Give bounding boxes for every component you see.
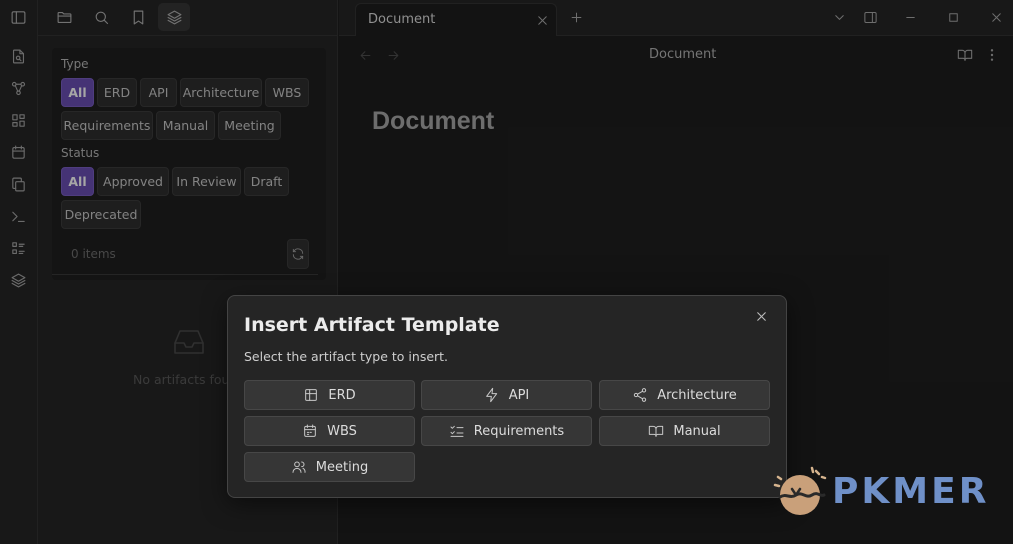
wbs-button[interactable]: WBS (244, 416, 415, 446)
meeting-button[interactable]: Meeting (244, 452, 415, 482)
architecture-button[interactable]: Architecture (599, 380, 770, 410)
users-icon (292, 461, 306, 473)
manual-button[interactable]: Manual (599, 416, 770, 446)
erd-label: ERD (328, 387, 356, 403)
requirements-label: Requirements (473, 423, 565, 439)
modal-title: Insert Artifact Template (244, 314, 500, 336)
pkmer-logo-icon (773, 466, 827, 515)
zap-icon (485, 387, 497, 403)
close-icon[interactable] (751, 306, 771, 326)
table-icon (305, 389, 318, 401)
pkmer-watermark: PKMER (770, 465, 1000, 520)
calendar-icon (304, 424, 316, 437)
architecture-label: Architecture (657, 387, 737, 403)
book-open-icon (649, 425, 664, 437)
modal-description: Select the artifact type to insert. (244, 349, 449, 364)
erd-button[interactable]: ERD (244, 380, 415, 410)
watermark-text: PKMER (832, 471, 990, 512)
requirements-button[interactable]: Requirements (421, 416, 592, 446)
checklist-icon (450, 425, 464, 437)
wbs-label: WBS (327, 423, 357, 439)
meeting-label: Meeting (315, 459, 369, 475)
insert-template-modal: Insert Artifact Template Select the arti… (227, 295, 787, 498)
api-label: API (508, 387, 530, 403)
share-nodes-icon (634, 388, 647, 402)
manual-label: Manual (673, 423, 721, 439)
api-button[interactable]: API (421, 380, 592, 410)
